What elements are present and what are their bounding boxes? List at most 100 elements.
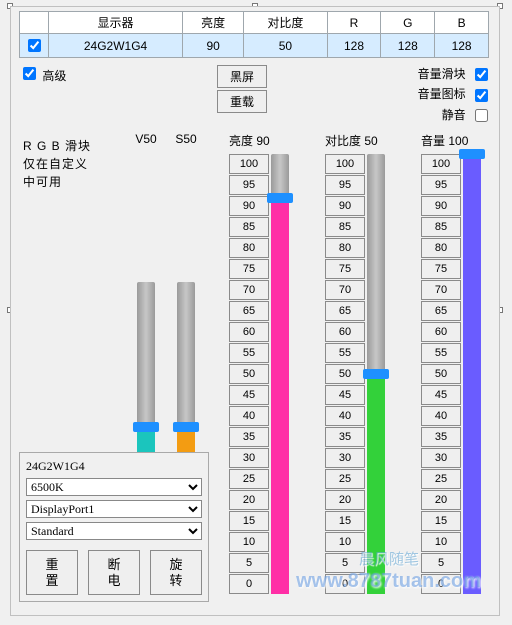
brightness-step-5[interactable]: 5 — [229, 553, 269, 573]
brightness-step-15[interactable]: 15 — [229, 511, 269, 531]
volume-step-5[interactable]: 5 — [421, 553, 461, 573]
advanced-checkbox-input[interactable] — [23, 67, 36, 80]
s-slider-thumb[interactable] — [173, 422, 199, 432]
contrast-column: 对比度 50 100959085807570656055504540353025… — [325, 132, 389, 612]
contrast-step-70[interactable]: 70 — [325, 280, 365, 300]
col-check — [20, 12, 49, 34]
volume-step-60[interactable]: 60 — [421, 322, 461, 342]
volume-step-30[interactable]: 30 — [421, 448, 461, 468]
contrast-step-30[interactable]: 30 — [325, 448, 365, 468]
volume-step-25[interactable]: 25 — [421, 469, 461, 489]
contrast-step-60[interactable]: 60 — [325, 322, 365, 342]
volume-value: 100 — [448, 134, 468, 148]
contrast-step-5[interactable]: 5 — [325, 553, 365, 573]
input-select[interactable]: DisplayPort1 — [26, 500, 202, 518]
table-row[interactable]: 24G2W1G4 90 50 128 128 128 — [20, 34, 489, 58]
contrast-step-45[interactable]: 45 — [325, 385, 365, 405]
volume-step-80[interactable]: 80 — [421, 238, 461, 258]
volume-step-65[interactable]: 65 — [421, 301, 461, 321]
contrast-step-0[interactable]: 0 — [325, 574, 365, 594]
volume-step-90[interactable]: 90 — [421, 196, 461, 216]
brightness-step-75[interactable]: 75 — [229, 259, 269, 279]
brightness-step-25[interactable]: 25 — [229, 469, 269, 489]
brightness-step-60[interactable]: 60 — [229, 322, 269, 342]
contrast-step-40[interactable]: 40 — [325, 406, 365, 426]
contrast-label: 对比度 — [325, 134, 361, 148]
volume-fill — [463, 154, 481, 594]
contrast-step-85[interactable]: 85 — [325, 217, 365, 237]
advanced-checkbox[interactable]: 高级 — [19, 69, 66, 83]
contrast-step-100[interactable]: 100 — [325, 154, 365, 174]
brightness-slider[interactable] — [271, 154, 289, 594]
col-contrast: 对比度 — [244, 12, 327, 34]
contrast-step-15[interactable]: 15 — [325, 511, 365, 531]
contrast-slider[interactable] — [367, 154, 385, 594]
brightness-step-0[interactable]: 0 — [229, 574, 269, 594]
volume-label: 音量 — [421, 134, 445, 148]
volume-step-35[interactable]: 35 — [421, 427, 461, 447]
contrast-step-10[interactable]: 10 — [325, 532, 365, 552]
volume-icon-checkbox[interactable] — [475, 89, 488, 102]
contrast-step-90[interactable]: 90 — [325, 196, 365, 216]
contrast-step-55[interactable]: 55 — [325, 343, 365, 363]
brightness-step-50[interactable]: 50 — [229, 364, 269, 384]
volume-step-40[interactable]: 40 — [421, 406, 461, 426]
v-slider-thumb[interactable] — [133, 422, 159, 432]
volume-slider-checkbox[interactable] — [475, 68, 488, 81]
volume-slider-label: 音量滑块 — [418, 67, 466, 81]
contrast-step-80[interactable]: 80 — [325, 238, 365, 258]
contrast-step-95[interactable]: 95 — [325, 175, 365, 195]
contrast-step-65[interactable]: 65 — [325, 301, 365, 321]
brightness-step-45[interactable]: 45 — [229, 385, 269, 405]
volume-step-15[interactable]: 15 — [421, 511, 461, 531]
volume-thumb[interactable] — [459, 149, 485, 159]
reset-button[interactable]: 重置 — [26, 550, 78, 595]
contrast-step-75[interactable]: 75 — [325, 259, 365, 279]
black-screen-button[interactable]: 黑屏 — [217, 65, 267, 88]
brightness-step-95[interactable]: 95 — [229, 175, 269, 195]
volume-step-0[interactable]: 0 — [421, 574, 461, 594]
brightness-step-65[interactable]: 65 — [229, 301, 269, 321]
brightness-step-20[interactable]: 20 — [229, 490, 269, 510]
mode-select[interactable]: Standard — [26, 522, 202, 540]
volume-slider[interactable] — [463, 154, 481, 594]
brightness-label: 亮度 — [229, 134, 253, 148]
contrast-thumb[interactable] — [363, 369, 389, 379]
volume-step-100[interactable]: 100 — [421, 154, 461, 174]
brightness-step-100[interactable]: 100 — [229, 154, 269, 174]
brightness-thumb[interactable] — [267, 193, 293, 203]
volume-step-50[interactable]: 50 — [421, 364, 461, 384]
s-slider-label: S50 — [171, 132, 201, 164]
brightness-step-80[interactable]: 80 — [229, 238, 269, 258]
control-title: 24G2W1G4 — [26, 459, 202, 474]
rotate-button[interactable]: 旋转 — [150, 550, 202, 595]
col-monitor: 显示器 — [49, 12, 183, 34]
brightness-step-30[interactable]: 30 — [229, 448, 269, 468]
brightness-step-35[interactable]: 35 — [229, 427, 269, 447]
brightness-step-55[interactable]: 55 — [229, 343, 269, 363]
volume-step-95[interactable]: 95 — [421, 175, 461, 195]
color-temp-select[interactable]: 6500K — [26, 478, 202, 496]
brightness-step-10[interactable]: 10 — [229, 532, 269, 552]
mute-checkbox[interactable] — [475, 109, 488, 122]
power-off-button[interactable]: 断电 — [88, 550, 140, 595]
reload-button[interactable]: 重载 — [217, 90, 267, 113]
row-checkbox[interactable] — [28, 39, 41, 52]
brightness-step-90[interactable]: 90 — [229, 196, 269, 216]
contrast-step-25[interactable]: 25 — [325, 469, 365, 489]
contrast-step-35[interactable]: 35 — [325, 427, 365, 447]
volume-step-10[interactable]: 10 — [421, 532, 461, 552]
volume-step-70[interactable]: 70 — [421, 280, 461, 300]
cell-b: 128 — [435, 34, 489, 58]
volume-step-85[interactable]: 85 — [421, 217, 461, 237]
volume-step-20[interactable]: 20 — [421, 490, 461, 510]
cell-brightness: 90 — [183, 34, 244, 58]
contrast-step-50[interactable]: 50 — [325, 364, 365, 384]
brightness-step-85[interactable]: 85 — [229, 217, 269, 237]
volume-step-55[interactable]: 55 — [421, 343, 461, 363]
brightness-step-40[interactable]: 40 — [229, 406, 269, 426]
volume-step-45[interactable]: 45 — [421, 385, 461, 405]
volume-step-75[interactable]: 75 — [421, 259, 461, 279]
contrast-step-20[interactable]: 20 — [325, 490, 365, 510]
brightness-step-70[interactable]: 70 — [229, 280, 269, 300]
